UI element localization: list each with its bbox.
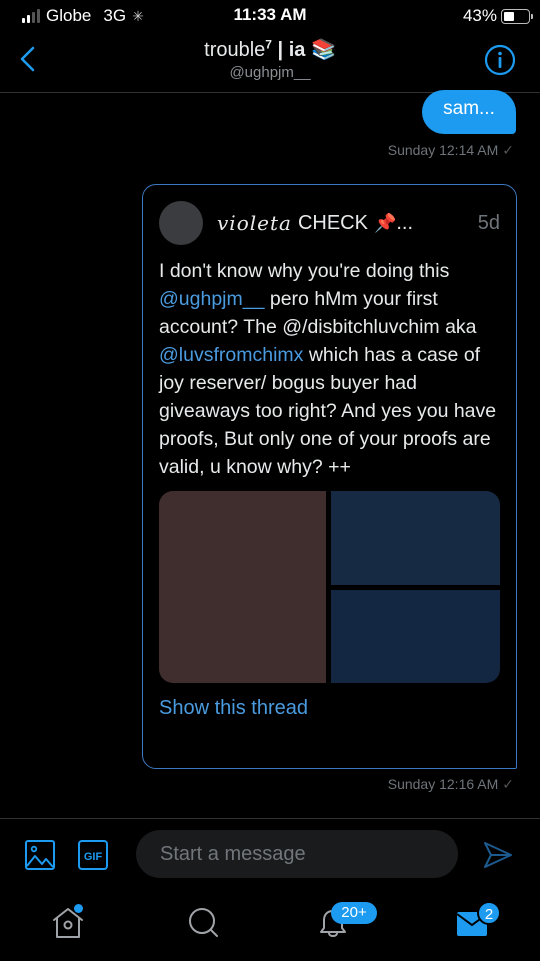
send-icon — [484, 842, 512, 868]
pushpin-emoji-icon: 📌 — [373, 212, 397, 233]
mention-link[interactable]: @ughpjm__ — [159, 288, 264, 310]
title-separator: | — [271, 39, 289, 61]
conversation-header: trouble7 | ia 📚 @ughpjm__ — [0, 32, 540, 93]
gif-label: GIF — [84, 851, 103, 863]
tweet-media-image-1[interactable] — [159, 491, 326, 683]
info-button[interactable] — [484, 44, 516, 76]
tweet-age: 5d — [477, 211, 500, 234]
search-icon — [189, 908, 218, 937]
battery-level-fill — [504, 11, 514, 21]
show-thread-link[interactable]: Show this thread — [159, 697, 500, 720]
tweet-author-name: violeta CHECK 📌 ... — [217, 211, 413, 235]
tab-notifications[interactable]: 20+ — [313, 902, 377, 942]
title-name: trouble — [204, 39, 266, 61]
status-bar: Globe 3G ✳ 11:33 AM 43% — [0, 0, 540, 32]
conversation-title: trouble7 | ia 📚 — [0, 37, 540, 62]
tweet-media-column — [331, 491, 500, 683]
messages-badge: 2 — [477, 901, 501, 925]
status-time: 11:33 AM — [233, 5, 307, 24]
tweet-author-avatar[interactable] — [159, 201, 203, 245]
sent-check-icon: ✓ — [502, 142, 514, 158]
mention-link[interactable]: @luvsfromchimx — [159, 344, 303, 366]
outgoing-message-bubble[interactable]: sam... — [422, 90, 516, 134]
home-new-dot — [74, 904, 83, 913]
add-gif-button[interactable]: GIF — [77, 839, 109, 876]
timestamp-text: Sunday 12:16 AM — [387, 776, 499, 792]
conversation-title-block[interactable]: trouble7 | ia 📚 @ughpjm__ — [0, 37, 540, 81]
title-suffix: ia — [288, 39, 306, 61]
author-name-ellipsis: ... — [396, 211, 414, 234]
battery-icon — [501, 8, 533, 24]
tweet-text: I don't know why you're doing this @ughp… — [159, 257, 500, 481]
info-icon — [484, 44, 516, 76]
battery-percent: 43% — [462, 6, 497, 25]
author-name-script: violeta — [217, 211, 292, 235]
send-button[interactable] — [482, 839, 514, 876]
tweet-media-image-3[interactable] — [331, 589, 500, 683]
title-superscript: 7 — [265, 37, 272, 52]
tweet-text-segment: I don't know why you're doing this — [159, 260, 450, 282]
gif-icon: GIF — [78, 840, 108, 870]
tab-home[interactable] — [48, 902, 88, 942]
author-name-rest: CHECK — [297, 211, 368, 234]
bottom-tab-bar: 20+ 2 — [0, 890, 540, 961]
tab-messages[interactable]: 2 — [453, 901, 501, 942]
image-icon — [25, 840, 55, 870]
tweet-media-image-2[interactable] — [331, 491, 500, 585]
books-emoji-icon: 📚 — [310, 39, 336, 61]
tweet-media-grid — [159, 491, 500, 683]
conversation-handle: @ughpjm__ — [229, 64, 311, 81]
status-right: 43% — [462, 6, 533, 26]
message-timestamp: Sunday 12:16 AM ✓ — [388, 776, 514, 793]
timestamp-text: Sunday 12:14 AM — [387, 142, 499, 158]
message-composer: GIF — [0, 818, 540, 890]
sent-check-icon: ✓ — [502, 776, 514, 792]
message-input[interactable] — [136, 830, 458, 878]
add-image-button[interactable] — [24, 839, 56, 876]
notifications-badge: 20+ — [331, 902, 377, 924]
tab-search[interactable] — [184, 902, 224, 942]
message-timestamp: Sunday 12:14 AM ✓ — [388, 142, 514, 159]
tweet-header: violeta CHECK 📌 ... 5d — [159, 201, 500, 245]
shared-tweet-card[interactable]: violeta CHECK 📌 ... 5d I don't know why … — [142, 184, 517, 769]
